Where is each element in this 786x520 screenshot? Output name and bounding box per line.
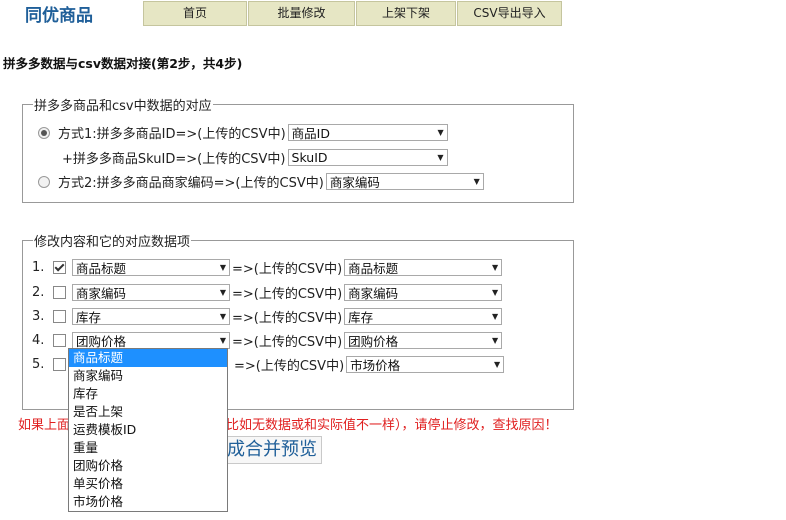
dropdown-option[interactable]: 市场价格: [69, 493, 227, 511]
modify-row: 3. 库存 ▼ =>(上传的CSV中) 库存 ▼: [32, 307, 503, 326]
csv-select[interactable]: 市场价格 ▼: [346, 356, 505, 373]
row-checkbox[interactable]: [53, 261, 66, 274]
csv-select-value: 市场价格: [350, 358, 401, 373]
dropdown-option[interactable]: 重量: [69, 439, 227, 457]
dropdown-option[interactable]: 商家编码: [69, 367, 227, 385]
dropdown-option[interactable]: 团购价格: [69, 457, 227, 475]
csv-select-value: 商家编码: [348, 286, 399, 301]
dropdown-option[interactable]: 单买价格: [69, 475, 227, 493]
mode1-radio[interactable]: [38, 126, 50, 139]
mode2-row: 方式2:拼多多商品商家编码=>(上传的CSV中) 商家编码 ▼: [38, 172, 484, 191]
mode1-row: 方式1:拼多多商品ID=>(上传的CSV中) 商品ID ▼: [38, 123, 448, 142]
match-legend: 拼多多商品和csv中数据的对应: [34, 99, 212, 114]
mode2-radio[interactable]: [38, 175, 50, 188]
dropdown-option[interactable]: 运费模板ID: [69, 421, 227, 439]
chevron-down-icon: ▼: [494, 360, 501, 369]
row-number: 5.: [32, 357, 45, 372]
field-select[interactable]: 库存 ▼: [72, 308, 230, 325]
mode1-sku-select[interactable]: SkuID ▼: [287, 149, 448, 166]
field-select-value: 库存: [76, 310, 102, 325]
csv-select-value: 团购价格: [348, 334, 399, 349]
field-select[interactable]: 团购价格 ▼: [72, 332, 230, 349]
field-select-value: 商家编码: [76, 286, 127, 301]
chevron-down-icon: ▼: [492, 263, 499, 272]
dropdown-option[interactable]: 库存: [69, 385, 227, 403]
row-number: 4.: [32, 333, 45, 348]
csv-select[interactable]: 团购价格 ▼: [344, 332, 503, 349]
csv-select[interactable]: 库存 ▼: [344, 308, 503, 325]
nav-tab-batch-edit[interactable]: 批量修改: [248, 1, 355, 26]
row-checkbox[interactable]: [53, 310, 66, 323]
field-select[interactable]: 商品标题 ▼: [72, 259, 230, 276]
mapping-arrow-text: =>(上传的CSV中): [232, 311, 343, 326]
warning-text-left: 如果上面: [18, 418, 71, 433]
nav-tab-csv[interactable]: CSV导出导入: [457, 1, 562, 26]
mode1-select[interactable]: 商品ID ▼: [287, 124, 448, 141]
chevron-down-icon: ▼: [437, 128, 444, 137]
mode1-select-value: 商品ID: [291, 126, 330, 141]
mapping-arrow-text: =>(上传的CSV中): [232, 335, 343, 350]
mode2-select-value: 商家编码: [329, 175, 380, 190]
mode2-label: 方式2:拼多多商品商家编码=>(上传的CSV中): [58, 176, 324, 191]
chevron-down-icon: ▼: [219, 263, 226, 272]
nav-tab-shelf[interactable]: 上架下架: [356, 1, 456, 26]
page-title: 拼多多数据与csv数据对接(第2步，共4步): [3, 56, 243, 71]
chevron-down-icon: ▼: [219, 336, 226, 345]
row-checkbox[interactable]: [53, 334, 66, 347]
mode2-select[interactable]: 商家编码 ▼: [325, 173, 484, 190]
chevron-down-icon: ▼: [473, 177, 480, 186]
row-number: 2.: [32, 285, 45, 300]
field-select[interactable]: 商家编码 ▼: [72, 284, 230, 301]
modify-row: 1. 商品标题 ▼ =>(上传的CSV中) 商品标题 ▼: [32, 258, 503, 277]
app-logo: 同优商品: [25, 6, 93, 26]
modify-row: 2. 商家编码 ▼ =>(上传的CSV中) 商家编码 ▼: [32, 283, 503, 302]
csv-select-value: 库存: [348, 310, 374, 325]
row-number: 3.: [32, 309, 45, 324]
row-checkbox[interactable]: [53, 286, 66, 299]
chevron-down-icon: ▼: [437, 153, 444, 162]
mode1-sku-row: +拼多多商品SkuID=>(上传的CSV中) SkuID ▼: [62, 148, 448, 167]
merge-preview-button[interactable]: 成合并预览: [222, 436, 322, 464]
mapping-arrow-text: =>(上传的CSV中): [234, 359, 345, 374]
dropdown-option[interactable]: 是否上架: [69, 403, 227, 421]
warning-text-right: 比如无数据或和实际值不一样），请停止修改，查找原因！: [226, 418, 558, 433]
mapping-arrow-text: =>(上传的CSV中): [232, 287, 343, 302]
modify-legend: 修改内容和它的对应数据项: [34, 235, 191, 250]
chevron-down-icon: ▼: [219, 288, 226, 297]
field-select-value: 商品标题: [76, 261, 127, 276]
chevron-down-icon: ▼: [492, 336, 499, 345]
mode1-sku-select-value: SkuID: [291, 150, 328, 165]
mode1-sku-label: +拼多多商品SkuID=>(上传的CSV中): [62, 152, 286, 167]
dropdown-option[interactable]: 商品标题: [69, 349, 227, 367]
top-nav: 首页 批量修改 上架下架 CSV导出导入: [143, 1, 563, 26]
mode1-label: 方式1:拼多多商品ID=>(上传的CSV中): [58, 127, 286, 142]
nav-tab-home[interactable]: 首页: [143, 1, 247, 26]
csv-select-value: 商品标题: [348, 261, 399, 276]
chevron-down-icon: ▼: [492, 288, 499, 297]
row-checkbox[interactable]: [53, 358, 66, 371]
field-dropdown-list: 商品标题 商家编码 库存 是否上架 运费模板ID 重量 团购价格 单买价格 市场价格: [68, 348, 228, 512]
mapping-arrow-text: =>(上传的CSV中): [232, 262, 343, 277]
chevron-down-icon: ▼: [219, 312, 226, 321]
chevron-down-icon: ▼: [492, 312, 499, 321]
csv-select[interactable]: 商家编码 ▼: [344, 284, 503, 301]
row-number: 1.: [32, 260, 45, 275]
csv-select[interactable]: 商品标题 ▼: [344, 259, 503, 276]
